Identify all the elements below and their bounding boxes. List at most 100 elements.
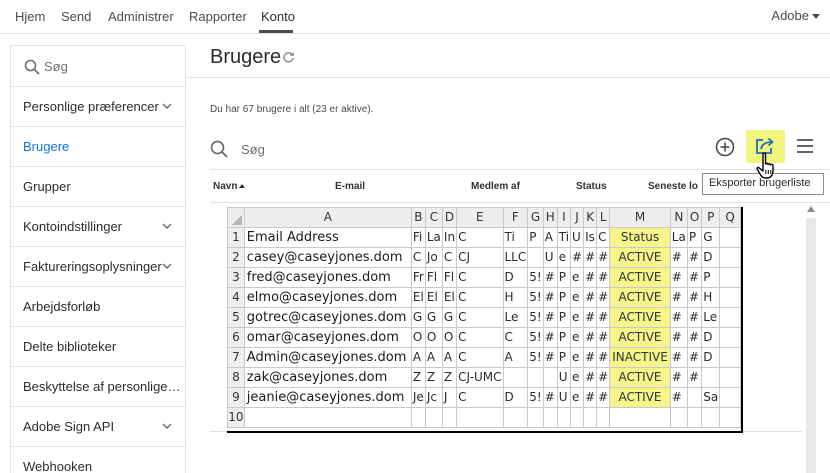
spreadsheet-cell[interactable]: # [542, 287, 558, 308]
spreadsheet-cell[interactable]: # [583, 247, 598, 268]
spreadsheet-column-header[interactable]: O [686, 207, 703, 228]
spreadsheet-cell[interactable]: Jo [424, 247, 443, 268]
menu-icon[interactable] [796, 138, 814, 154]
spreadsheet-cell[interactable]: # [542, 347, 558, 368]
spreadsheet-cell-status[interactable]: Status [609, 227, 671, 248]
spreadsheet-cell[interactable]: Ti [502, 227, 529, 248]
spreadsheet-row-number[interactable]: 10 [227, 407, 245, 428]
add-user-button[interactable] [714, 136, 736, 158]
spreadsheet-cell[interactable]: # [669, 347, 688, 368]
spreadsheet-cell[interactable]: Fl [424, 267, 443, 288]
spreadsheet-column-header[interactable]: I [556, 207, 572, 228]
column-header-last-login[interactable]: Seneste lo [648, 181, 698, 192]
spreadsheet-cell[interactable]: # [669, 247, 688, 268]
spreadsheet-cell[interactable]: C [456, 287, 504, 308]
spreadsheet-cell[interactable]: e [570, 267, 585, 288]
spreadsheet-row-number[interactable]: 9 [227, 387, 245, 408]
spreadsheet-cell[interactable]: 5! [527, 387, 544, 408]
column-header-name[interactable]: Navn [213, 181, 246, 192]
spreadsheet-cell[interactable] [527, 247, 544, 268]
scrollbar-track[interactable] [806, 218, 816, 473]
spreadsheet-cell[interactable] [542, 367, 558, 388]
spreadsheet-cell-status[interactable]: ACTIVE [609, 287, 671, 308]
spreadsheet-cell-empty[interactable] [719, 327, 741, 348]
spreadsheet-column-header[interactable]: P [701, 207, 721, 228]
spreadsheet-cell[interactable]: P [556, 307, 572, 328]
spreadsheet-cell[interactable]: # [583, 287, 598, 308]
spreadsheet-cell[interactable]: # [542, 307, 558, 328]
spreadsheet-cell[interactable]: e [570, 347, 585, 368]
spreadsheet-cell[interactable]: A [410, 347, 426, 368]
spreadsheet-cell[interactable]: A [542, 227, 558, 248]
spreadsheet-cell-email[interactable] [243, 407, 412, 428]
spreadsheet-cell[interactable]: 5! [527, 287, 544, 308]
spreadsheet-cell[interactable]: # [542, 387, 558, 408]
spreadsheet-cell[interactable]: 5! [527, 267, 544, 288]
spreadsheet-cell[interactable]: G [701, 227, 721, 248]
vertical-scrollbar[interactable] [802, 204, 818, 473]
spreadsheet-cell-empty[interactable] [719, 367, 741, 388]
spreadsheet-cell[interactable]: G [424, 307, 443, 328]
spreadsheet-cell[interactable]: Fi [410, 227, 426, 248]
spreadsheet-cell[interactable]: P [527, 227, 544, 248]
spreadsheet-cell[interactable]: A [424, 347, 443, 368]
sidebar-search-input[interactable]: Søg [44, 59, 68, 74]
spreadsheet-cell-email[interactable]: fred@caseyjones.dom [243, 267, 412, 288]
spreadsheet-cell[interactable]: U [542, 247, 558, 268]
spreadsheet-cell[interactable]: Le [701, 307, 721, 328]
nav-reports[interactable]: Rapporter [189, 9, 247, 24]
spreadsheet-cell-status[interactable]: INACTIVE [609, 347, 671, 368]
spreadsheet-cell[interactable]: # [686, 347, 703, 368]
spreadsheet-cell[interactable]: # [596, 247, 611, 268]
spreadsheet-cell[interactable] [701, 367, 721, 388]
spreadsheet-cell[interactable] [441, 407, 458, 428]
spreadsheet-cell[interactable]: C [502, 327, 529, 348]
spreadsheet-cell[interactable]: P [686, 227, 703, 248]
spreadsheet-cell[interactable]: Z [410, 367, 426, 388]
spreadsheet-cell-status[interactable]: ACTIVE [609, 367, 671, 388]
spreadsheet-cell[interactable] [527, 407, 544, 428]
spreadsheet-cell-email[interactable]: zak@caseyjones.dom [243, 367, 412, 388]
spreadsheet-cell-email[interactable]: gotrec@caseyjones.dom [243, 307, 412, 328]
spreadsheet-row-number[interactable]: 8 [227, 367, 245, 388]
spreadsheet-cell[interactable] [424, 407, 443, 428]
spreadsheet-row-number[interactable]: 6 [227, 327, 245, 348]
spreadsheet-cell-email[interactable]: omar@caseyjones.dom [243, 327, 412, 348]
spreadsheet-row-number[interactable]: 3 [227, 267, 245, 288]
spreadsheet-cell[interactable]: # [583, 267, 598, 288]
spreadsheet-cell[interactable]: e [570, 307, 585, 328]
spreadsheet-cell[interactable]: # [686, 307, 703, 328]
sidebar-item-groups[interactable]: Grupper [11, 167, 185, 207]
spreadsheet-cell-status[interactable]: ACTIVE [609, 387, 671, 408]
spreadsheet-cell[interactable]: O [410, 327, 426, 348]
spreadsheet-cell[interactable]: Je [410, 387, 426, 408]
sidebar-item-privacy[interactable]: Beskyttelse af personlige o... [11, 367, 185, 407]
spreadsheet-cell[interactable]: D [701, 327, 721, 348]
spreadsheet-column-header[interactable]: M [609, 207, 671, 228]
spreadsheet-cell[interactable] [701, 407, 721, 428]
spreadsheet-cell[interactable]: # [542, 267, 558, 288]
spreadsheet-cell[interactable]: In [441, 227, 458, 248]
spreadsheet-cell[interactable]: # [583, 307, 598, 328]
spreadsheet-cell[interactable]: # [669, 267, 688, 288]
spreadsheet-cell[interactable]: O [441, 327, 458, 348]
refresh-icon[interactable] [282, 51, 295, 64]
spreadsheet-cell[interactable] [410, 407, 426, 428]
spreadsheet-row-number[interactable]: 7 [227, 347, 245, 368]
spreadsheet-cell[interactable]: # [686, 367, 703, 388]
spreadsheet-column-header[interactable]: D [441, 207, 458, 228]
select-all-corner[interactable] [227, 207, 245, 228]
spreadsheet-cell[interactable]: e [570, 287, 585, 308]
spreadsheet-cell[interactable]: # [686, 267, 703, 288]
spreadsheet-cell[interactable]: C [456, 347, 504, 368]
spreadsheet-cell[interactable]: H [701, 287, 721, 308]
spreadsheet-cell[interactable]: # [686, 287, 703, 308]
spreadsheet-cell[interactable]: e [556, 247, 572, 268]
spreadsheet-cell[interactable]: # [542, 327, 558, 348]
spreadsheet-cell-email[interactable]: elmo@caseyjones.dom [243, 287, 412, 308]
column-header-email[interactable]: E-mail [335, 181, 365, 192]
spreadsheet-cell[interactable]: O [424, 327, 443, 348]
spreadsheet-cell[interactable]: e [570, 387, 585, 408]
spreadsheet-cell[interactable]: P [701, 267, 721, 288]
spreadsheet-cell[interactable]: # [686, 247, 703, 268]
